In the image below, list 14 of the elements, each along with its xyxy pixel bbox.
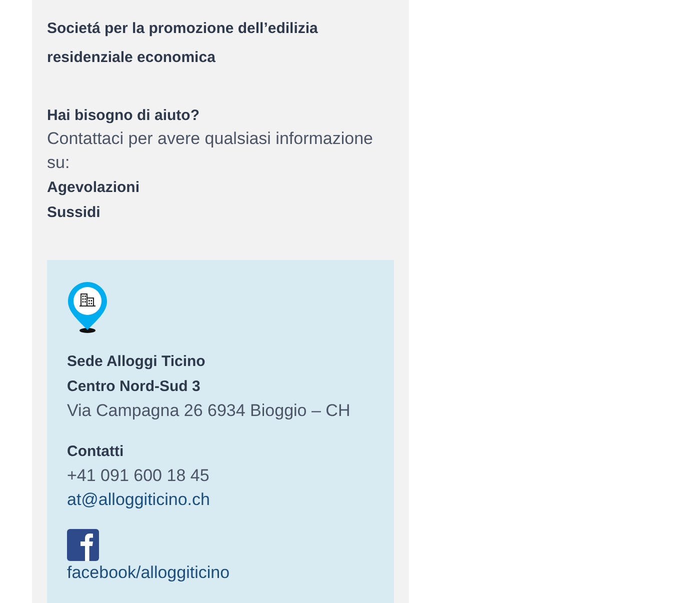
help-heading: Hai bisogno di aiuto?: [47, 106, 200, 126]
facebook-icon[interactable]: [67, 529, 99, 561]
help-link[interactable]: Agevolazioni: [47, 175, 140, 200]
facebook-link[interactable]: facebook/alloggiticino: [67, 561, 230, 585]
help-link[interactable]: Sussidi: [47, 200, 100, 225]
email-link[interactable]: at@alloggiticino.ch: [67, 488, 210, 512]
map-pin-icon: [67, 281, 108, 333]
office-address: Via Campagna 26 6934 Bioggio – CH: [67, 400, 350, 422]
office-name: Sede Alloggi Ticino: [67, 352, 206, 372]
office-building: Centro Nord-Sud 3: [67, 377, 200, 397]
contacts-heading: Contatti: [67, 442, 124, 462]
intro-text: Societá per la promozione dell’edilizia residenziale economica: [47, 19, 319, 68]
help-text: Contattaci per avere qualsiasi informazione su:: [47, 128, 374, 174]
phone-number: +41 091 600 18 45: [67, 465, 210, 487]
